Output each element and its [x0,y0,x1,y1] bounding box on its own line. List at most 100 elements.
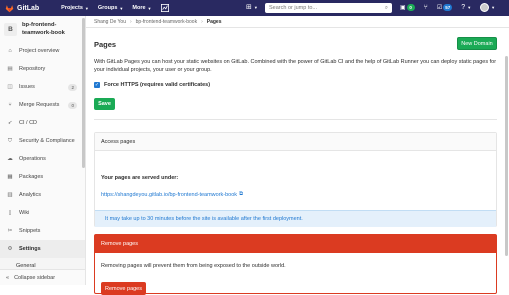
gitlab-tanuki-icon [5,4,14,12]
sidebar-item-label: Packages [19,174,44,180]
collapse-sidebar-label: Collapse sidebar [14,274,56,281]
activity-chart-button[interactable] [161,4,170,13]
sidebar-item-label: Repository [19,66,46,72]
help-dropdown[interactable]: ? ▼ [461,4,471,11]
sidebar-item-label: CI / CD [19,120,38,126]
breadcrumb-user[interactable]: Shang De You [94,19,126,25]
merge-icon: ⑂ [8,102,12,108]
chevron-down-icon: ▼ [253,4,258,10]
chevron-down-icon: ▼ [147,5,152,11]
todos-badge: 57 [443,4,453,11]
sidebar-item-project-overview[interactable]: ⌂ Project overview [0,42,85,60]
sidebar-item-security[interactable]: ⛉ Security & Compliance [0,132,85,150]
remove-pages-header: Remove pages [95,235,496,253]
sidebar-item-ci-cd[interactable]: ➶ CI / CD [0,114,85,132]
package-icon: ▦ [7,174,13,180]
avatar [480,3,490,12]
main-scrollbar[interactable] [505,56,508,256]
breadcrumb-divider [86,27,509,28]
external-link-icon: ⧉ [239,191,243,197]
sidebar-item-label: Security & Compliance [19,138,75,144]
sidebar-item-label: Operations [19,156,46,162]
search-icon: ⌕ [384,4,388,11]
chart-icon: ▥ [7,192,13,198]
rocket-icon: ➶ [7,120,13,126]
sidebar-item-label: Analytics [19,192,42,198]
breadcrumb-separator-icon: › [129,19,132,25]
sidebar-item-label: Wiki [19,210,30,216]
nav-more-label: More [132,5,146,11]
sidebar-item-wiki[interactable]: ▯ Wiki [0,204,85,222]
sidebar-scrollbar[interactable] [82,18,85,168]
merge-request-icon[interactable]: ⑂ [424,4,428,11]
pages-description: With GitLab Pages you can host your stat… [94,59,497,73]
sidebar-item-label: Project overview [19,48,60,54]
merge-requests-count-badge: 0 [68,101,77,109]
double-chevron-left-icon: « [6,274,10,281]
sidebar-item-label: Merge Requests [19,102,60,108]
sidebar-item-repository[interactable]: ▤ Repository [0,60,85,78]
topbar-icons: ▣ 0 ⑂ ☑ 57 ? ▼ ▼ [400,3,495,12]
search-input[interactable]: Search or jump to... ⌕ [265,3,392,13]
todo-check-icon: ☑ [436,5,443,11]
breadcrumb-current[interactable]: Pages [207,19,222,25]
breadcrumb: Shang De You › bp-frontend-teamwork-book… [94,19,221,25]
scissors-icon: ✂ [7,228,13,234]
sidebar-project-header[interactable]: B bp-frontend- teamwork-book [0,16,85,42]
project-sidebar: B bp-frontend- teamwork-book ⌂ Project o… [0,16,86,285]
sidebar-item-analytics[interactable]: ▥ Analytics [0,186,85,204]
nav-groups[interactable]: Groups ▼ [98,5,124,11]
new-item-dropdown[interactable]: ⊞ ▼ [246,3,258,11]
issues-shortcut[interactable]: ▣ 0 [400,4,415,11]
nav-groups-label: Groups [97,5,118,11]
chart-icon [161,4,169,12]
pages-url-text: https://shangdeyou.gitlab.io/bp-frontend… [101,191,238,198]
save-button[interactable]: Save [94,98,115,110]
search-placeholder: Search or jump to... [269,5,317,11]
nav-more[interactable]: More ▼ [132,5,151,11]
sidebar-item-packages[interactable]: ▦ Packages [0,168,85,186]
force-https-label: Force HTTPS (requires valid certificates… [104,82,211,88]
sidebar-item-issues[interactable]: ◫ Issues 2 [0,78,85,96]
breadcrumb-separator-icon: › [201,19,203,25]
new-domain-button[interactable]: New Domain [457,37,497,50]
chevron-down-icon: ▼ [119,5,124,11]
main-content: Shang De You › bp-frontend-teamwork-book… [86,16,509,295]
sidebar-item-operations[interactable]: ☁ Operations [0,150,85,168]
gear-icon: ⚙ [7,246,13,252]
project-name-line2: teamwork-book [22,30,65,36]
chevron-down-icon: ▼ [467,5,472,10]
todos-shortcut[interactable]: ☑ 57 [436,4,453,11]
nav-projects-label: Projects [61,5,83,11]
remove-pages-button[interactable]: Remove pages [101,282,146,295]
force-https-checkbox[interactable]: ✓ [94,82,100,88]
project-avatar: B [4,23,17,36]
home-icon: ⌂ [8,48,12,54]
breadcrumb-project[interactable]: bp-frontend-teamwork-book [136,19,197,25]
sidebar-item-label: Issues [19,84,35,90]
issues-icon: ◫ [7,84,13,90]
nav-projects[interactable]: Projects ▼ [61,5,89,11]
sidebar-item-merge-requests[interactable]: ⑂ Merge Requests 0 [0,96,85,114]
force-https-option[interactable]: ✓ Force HTTPS (requires valid certificat… [94,82,210,88]
sidebar-item-settings[interactable]: ⚙ Settings [0,240,85,258]
page-title: Pages [94,40,117,49]
sidebar-item-label: Settings [19,246,41,252]
served-under-label: Your pages are served under: [101,175,179,181]
plus-square-icon: ⊞ [246,4,252,11]
pages-url-link[interactable]: https://shangdeyou.gitlab.io/bp-frontend… [101,191,243,198]
book-icon: ▯ [8,210,12,216]
sidebar-item-label: Snippets [19,228,41,234]
cloud-icon: ☁ [7,156,13,162]
project-name-line1: bp-frontend- [22,22,57,28]
sidebar-item-snippets[interactable]: ✂ Snippets [0,222,85,240]
user-menu[interactable]: ▼ [480,3,495,12]
top-navbar: GitLab Projects ▼ Groups ▼ More ▼ ⊞ ▼ Se… [0,0,509,16]
collapse-sidebar-button[interactable]: « Collapse sidebar [0,269,85,285]
chevron-down-icon: ▼ [491,5,496,10]
section-divider [94,119,497,120]
chevron-down-icon: ▼ [84,5,89,11]
help-icon: ? [461,4,466,11]
shield-icon: ⛉ [7,137,13,144]
gitlab-logo[interactable]: GitLab [5,4,39,13]
